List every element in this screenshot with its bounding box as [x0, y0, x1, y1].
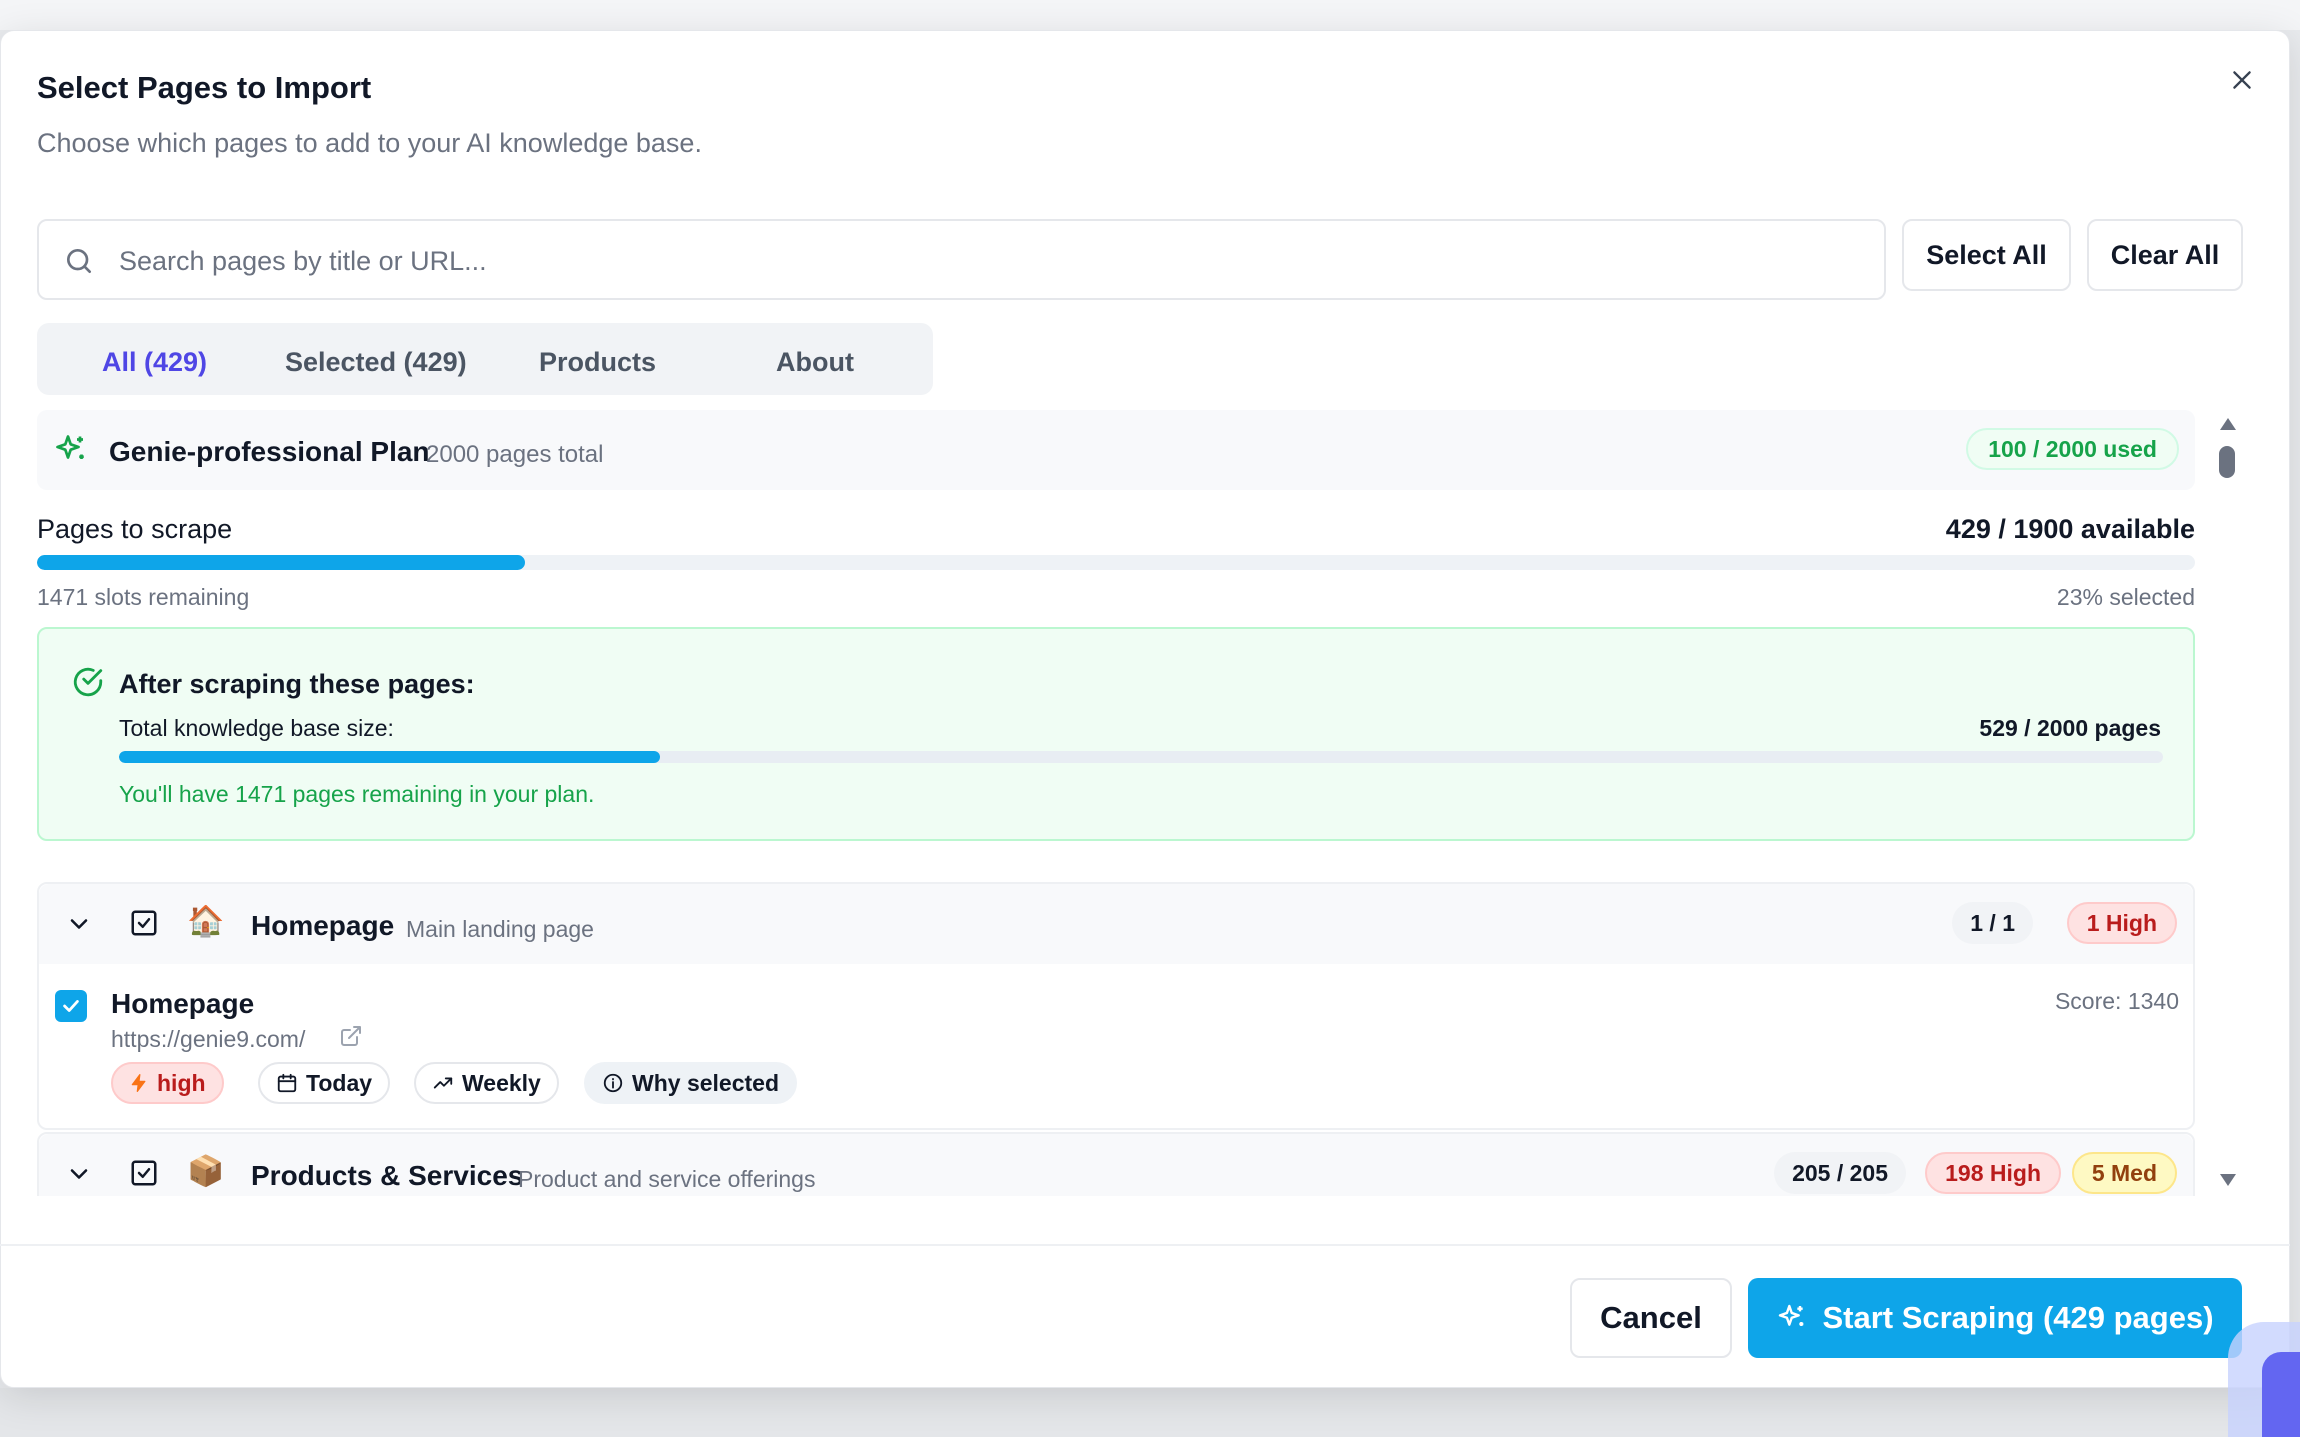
plan-name: Genie-professional Plan [109, 436, 430, 467]
frequency-chip: Weekly [414, 1062, 559, 1104]
pages-scroll-area[interactable]: Genie-professional Plan 2000 pages total… [0, 410, 2230, 1196]
tab-selected[interactable]: Selected (429) [285, 347, 467, 378]
pages-to-scrape-label: Pages to scrape [37, 514, 233, 544]
pages-available: 429 / 1900 available [1945, 514, 2195, 544]
tab-all[interactable]: All (429) [102, 347, 207, 378]
priority-chip: high [111, 1062, 224, 1104]
high-priority-badge: 1 High [2066, 902, 2177, 944]
group-count-badge: 205 / 205 [1774, 1152, 1906, 1194]
search-box [37, 219, 1886, 300]
dialog-subtitle: Choose which pages to add to your AI kno… [37, 128, 702, 158]
slots-remaining: 1471 slots remaining [37, 584, 250, 610]
high-priority-badge: 198 High [1925, 1152, 2061, 1194]
kb-remaining-note: You'll have 1471 pages remaining in your… [119, 781, 595, 807]
select-all-button[interactable]: Select All [1902, 219, 2071, 291]
close-icon [2233, 71, 2251, 89]
calendar-icon [277, 1073, 297, 1093]
scrollbar[interactable] [2216, 410, 2240, 1196]
group-emoji: 📦 [187, 1155, 225, 1188]
trending-up-icon [433, 1077, 453, 1089]
after-title: After scraping these pages: [119, 669, 475, 699]
plan-total: 2000 pages total [426, 441, 604, 468]
page-title: Homepage [111, 988, 255, 1019]
check-circle-icon [73, 667, 103, 697]
footer-divider [0, 1244, 2290, 1246]
plan-summary: Genie-professional Plan 2000 pages total… [37, 410, 2195, 490]
search-icon [67, 249, 91, 273]
why-selected-label: Why selected [632, 1069, 779, 1096]
medium-priority-badge: 5 Med [2071, 1152, 2177, 1194]
date-label: Today [306, 1069, 373, 1096]
sparkles-icon [1779, 1304, 1804, 1326]
group-description: Product and service offerings [518, 1166, 816, 1192]
scroll-down-arrow-icon[interactable] [2218, 1172, 2238, 1188]
checkbox-checked-icon[interactable] [129, 1158, 159, 1188]
group-count-badge: 1 / 1 [1952, 902, 2033, 944]
chevron-down-icon[interactable] [65, 1160, 93, 1188]
zap-icon [131, 1074, 146, 1092]
frequency-label: Weekly [462, 1069, 541, 1096]
tab-products[interactable]: Products [539, 347, 656, 378]
backdrop-top [0, 0, 2300, 30]
scroll-up-arrow-icon[interactable] [2218, 416, 2238, 432]
backdrop-bottom [0, 1388, 2300, 1437]
tab-bar: All (429) Selected (429) Products About [37, 323, 933, 395]
clear-all-button[interactable]: Clear All [2087, 219, 2243, 291]
priority-label: high [157, 1069, 206, 1096]
group-emoji: 🏠 [187, 905, 225, 938]
cancel-button[interactable]: Cancel [1570, 1278, 1732, 1358]
group-homepage: 🏠 Homepage Main landing page 1 / 1 1 Hig… [37, 882, 2195, 1130]
page-row: Homepage https://genie9.com/ Score: 1340… [39, 964, 2193, 1124]
close-button[interactable] [2222, 60, 2262, 100]
dialog-title: Select Pages to Import [37, 70, 372, 105]
why-selected-button[interactable]: Why selected [584, 1062, 797, 1104]
tab-about[interactable]: About [776, 347, 854, 378]
info-icon [603, 1073, 623, 1093]
scrollbar-thumb[interactable] [2219, 446, 2235, 478]
page-score: Score: 1340 [2054, 988, 2179, 1014]
sparkles-icon [56, 435, 84, 459]
group-description: Main landing page [406, 916, 594, 942]
scrape-progress-bar [37, 555, 2195, 570]
chat-widget-icon [2262, 1352, 2300, 1437]
group-name: Products & Services [251, 1160, 524, 1191]
checkbox-checked-icon[interactable] [129, 908, 159, 938]
start-scraping-label: Start Scraping (429 pages) [1822, 1300, 2214, 1335]
check-icon [63, 1000, 79, 1012]
external-link-icon[interactable] [339, 1024, 363, 1048]
group-name: Homepage [251, 910, 395, 941]
date-chip: Today [258, 1062, 391, 1104]
kb-progress-bar [119, 751, 2163, 763]
chevron-down-icon[interactable] [65, 910, 93, 938]
group-products-services: 📦 Products & Services Product and servic… [37, 1132, 2195, 1196]
page-url: https://genie9.com/ [111, 1026, 306, 1052]
kb-size-label: Total knowledge base size: [119, 715, 394, 741]
after-scraping-summary: After scraping these pages: Total knowle… [37, 627, 2195, 841]
plan-usage-badge: 100 / 2000 used [1966, 428, 2179, 470]
group-header[interactable]: 🏠 Homepage Main landing page 1 / 1 1 Hig… [39, 884, 2193, 964]
page-checkbox[interactable] [55, 990, 87, 1022]
percent-selected: 23% selected [2056, 584, 2195, 610]
scrape-progress-fill [37, 555, 525, 570]
group-header[interactable]: 📦 Products & Services Product and servic… [39, 1134, 2193, 1196]
start-scraping-button[interactable]: Start Scraping (429 pages) [1748, 1278, 2242, 1358]
kb-size-value: 529 / 2000 pages [1979, 715, 2161, 741]
search-input[interactable] [119, 233, 1859, 289]
kb-progress-fill [119, 751, 660, 763]
